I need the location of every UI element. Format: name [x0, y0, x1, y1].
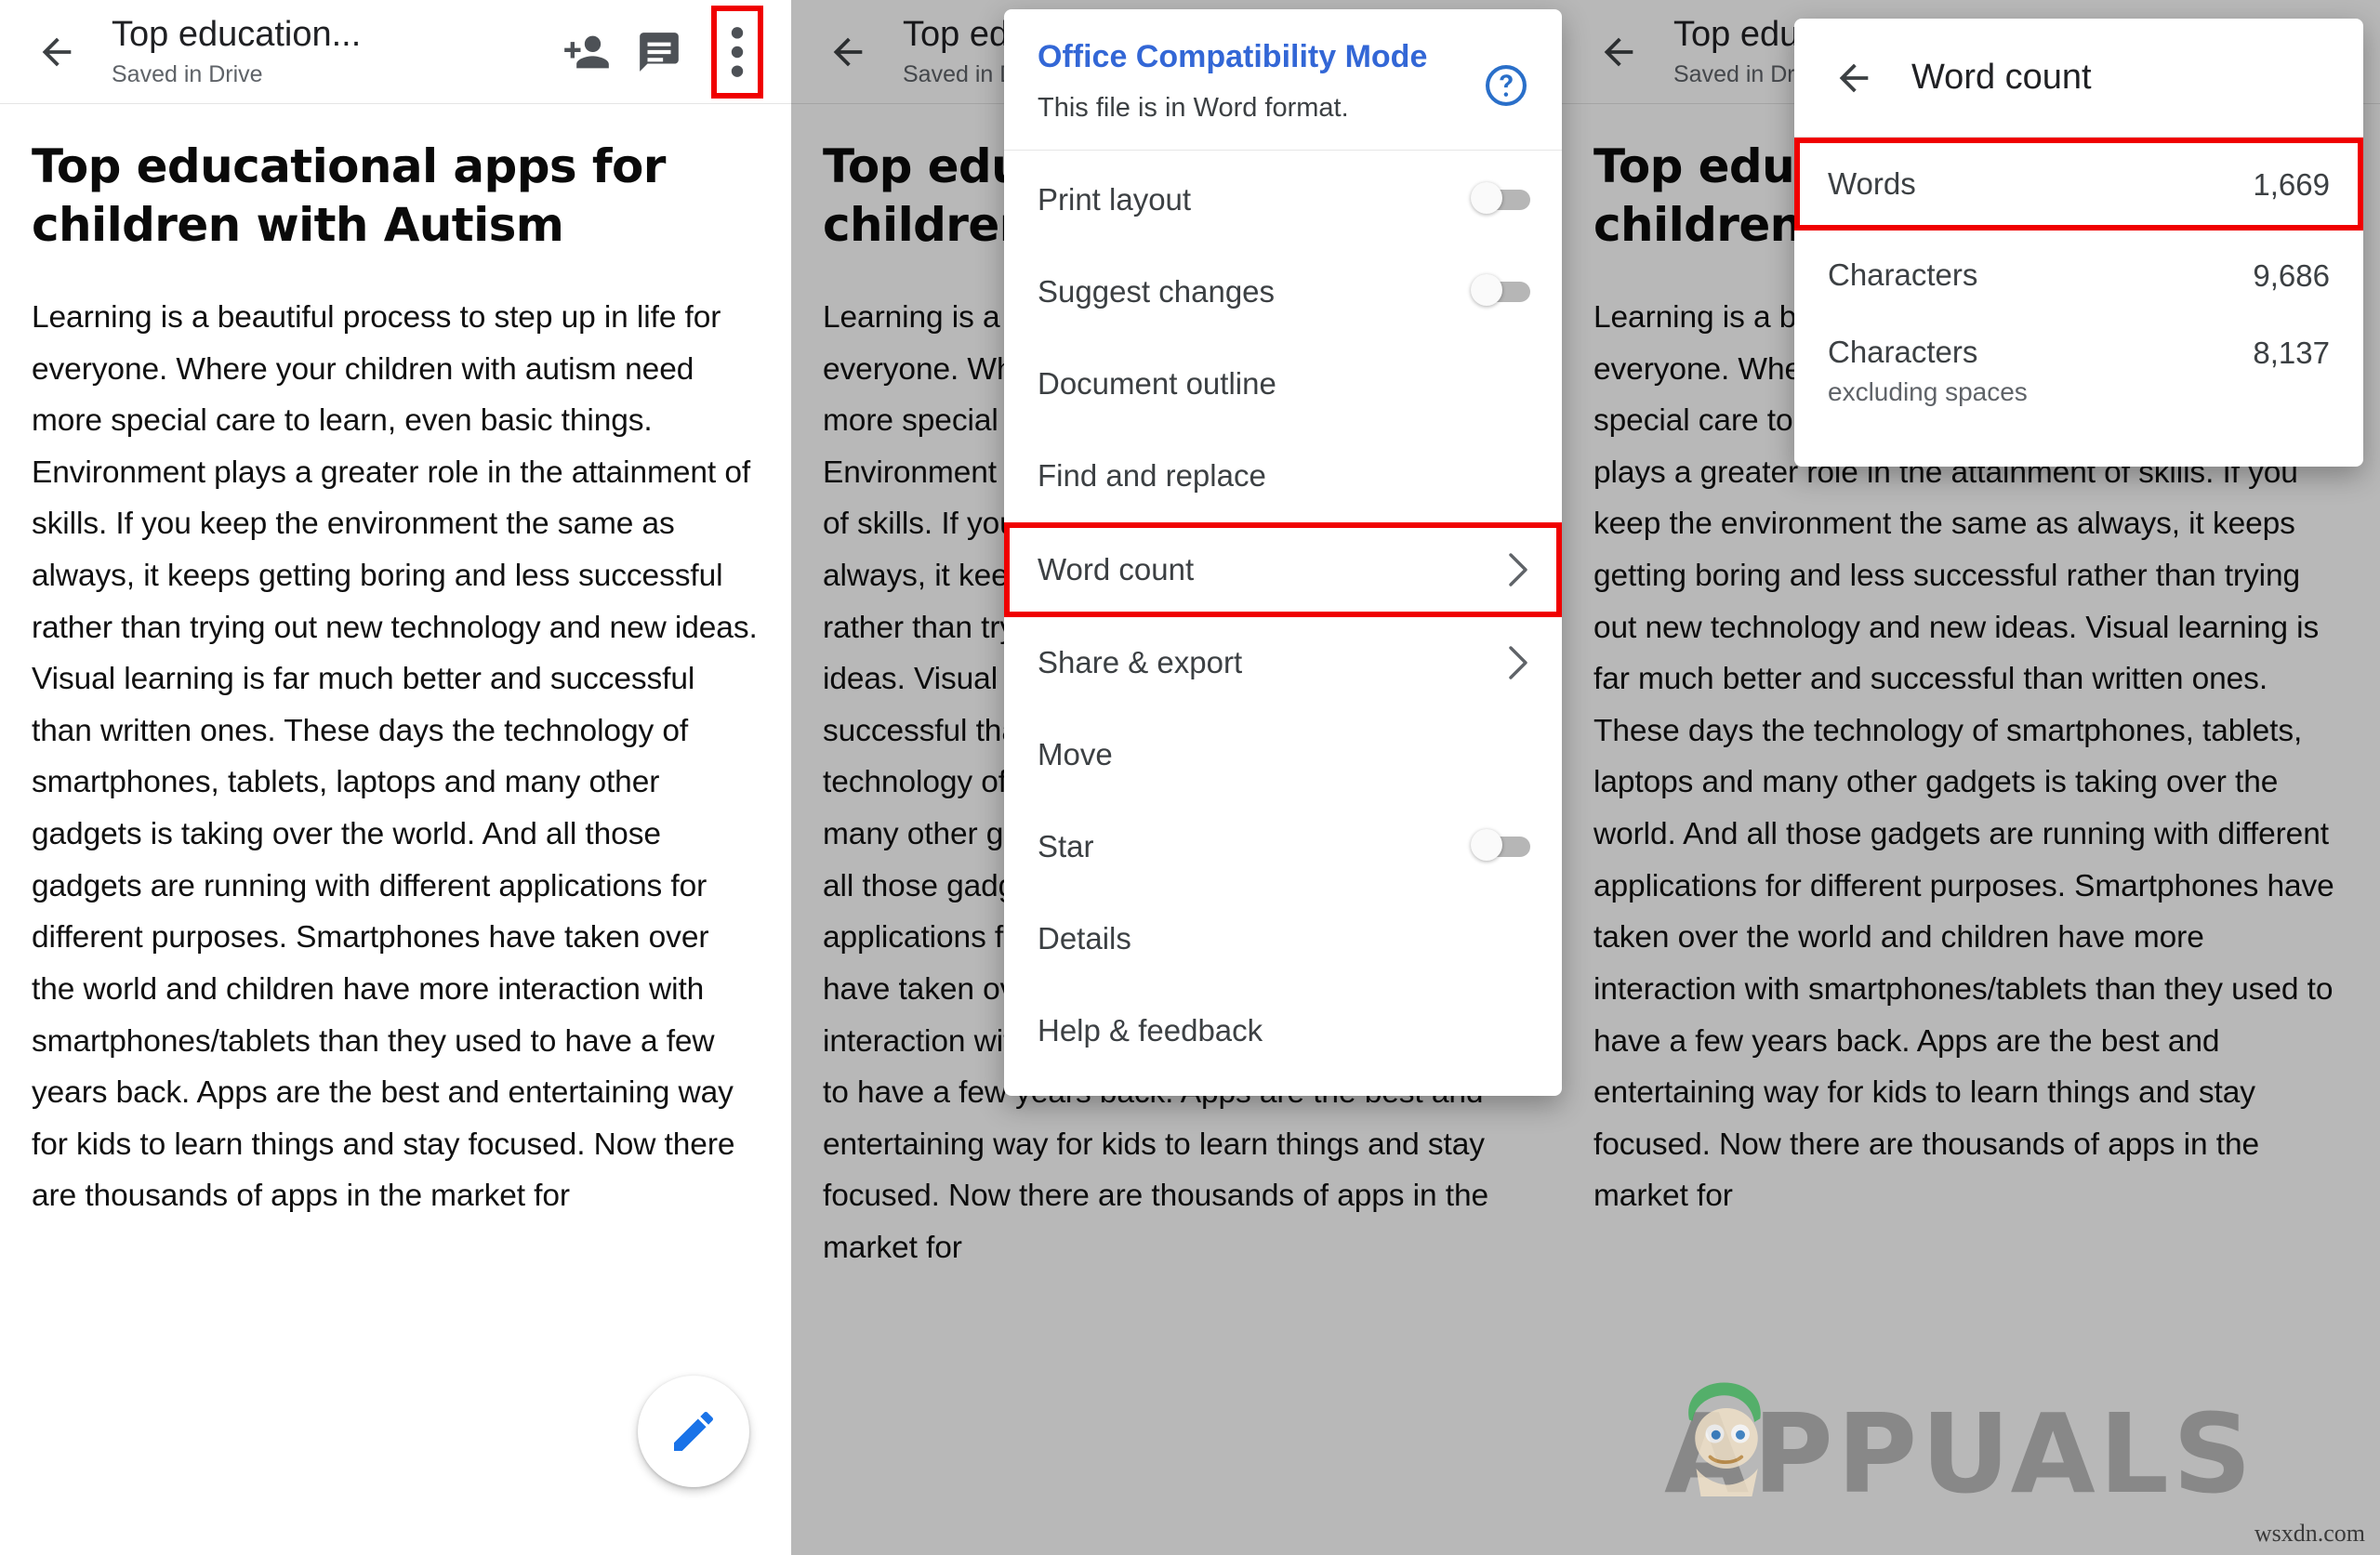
row-value: 9,686 — [2253, 257, 2330, 293]
panel-document-view: Top education... Saved in Drive Top educ… — [0, 0, 791, 1555]
row-value: 8,137 — [2253, 336, 2330, 370]
back-arrow-icon — [1604, 37, 1633, 66]
edit-fab[interactable] — [638, 1376, 749, 1487]
menu-item-label: Help & feedback — [1038, 1013, 1263, 1048]
comment-icon — [640, 32, 679, 72]
row-sublabel: excluding spaces — [1828, 376, 2028, 406]
help-circle-icon — [1486, 65, 1527, 106]
toggle-knob — [1471, 829, 1502, 861]
more-vert-icon — [731, 26, 744, 77]
word-count-row-words: Words 1,669 — [1794, 138, 2363, 231]
document-heading: Top educational apps for children with A… — [32, 139, 666, 252]
word-count-back-button[interactable] — [1828, 52, 1880, 104]
toggle-knob — [1471, 274, 1502, 306]
menu-item-share-and-export[interactable]: Share & export — [1004, 617, 1562, 709]
app-bar-actions — [553, 5, 771, 99]
overflow-menu-button[interactable] — [711, 5, 763, 99]
page-title: Top education... — [112, 15, 362, 55]
menu-item-label: Document outline — [1038, 366, 1276, 401]
row-label-main: Characters — [1828, 335, 1978, 369]
screenshot-stage: Top education... Saved in Drive Top educ… — [0, 0, 2380, 1555]
menu-item-print-layout[interactable]: Print layout — [1004, 154, 1562, 246]
menu-item-label: Suggest changes — [1038, 274, 1276, 309]
back-button-2[interactable] — [813, 18, 882, 86]
chevron-right-icon — [1506, 551, 1530, 588]
site-tag: wsxdn.com — [2254, 1520, 2365, 1547]
banner-subtitle: This file is in Word format. — [1038, 92, 1349, 123]
document-paragraph: Learning is a beautiful process to step … — [32, 300, 758, 1214]
menu-item-word-count[interactable]: Word count — [1004, 521, 1562, 617]
star-toggle[interactable] — [1471, 829, 1530, 861]
banner-text-block: Office Compatibility Mode This file is i… — [1038, 37, 1482, 124]
edit-pencil-icon — [674, 1411, 714, 1451]
menu-item-list: Print layout Suggest changes Document ou… — [1004, 151, 1562, 1096]
menu-item-find-and-replace[interactable]: Find and replace — [1004, 430, 1562, 522]
menu-item-label: Word count — [1038, 551, 1195, 586]
menu-item-label: Details — [1038, 921, 1131, 955]
row-label: Characters — [1828, 257, 1978, 292]
print-layout-toggle[interactable] — [1471, 182, 1530, 214]
menu-item-label: Star — [1038, 829, 1094, 863]
menu-item-help-and-feedback[interactable]: Help & feedback — [1004, 985, 1562, 1077]
row-label: Characters excluding spaces — [1828, 335, 2253, 407]
person-add-icon — [564, 35, 609, 68]
document-content[interactable]: Top educational apps for children with A… — [0, 104, 791, 1222]
row-value: 1,669 — [2253, 166, 2330, 202]
word-count-row-characters: Characters 9,686 — [1794, 231, 2363, 320]
menu-item-details[interactable]: Details — [1004, 893, 1562, 985]
menu-item-label: Share & export — [1038, 645, 1243, 679]
app-bar: Top education... Saved in Drive — [0, 0, 791, 104]
banner-title: Office Compatibility Mode — [1038, 39, 1428, 74]
menu-item-label: Print layout — [1038, 182, 1192, 217]
overflow-menu-sheet: Office Compatibility Mode This file is i… — [1004, 9, 1562, 1096]
menu-item-suggest-changes[interactable]: Suggest changes — [1004, 246, 1562, 338]
office-compatibility-banner: Office Compatibility Mode This file is i… — [1004, 9, 1562, 151]
back-button[interactable] — [22, 18, 91, 86]
word-count-dialog: Word count Words 1,669 Characters 9,686 … — [1794, 19, 2363, 467]
menu-item-document-outline[interactable]: Document outline — [1004, 338, 1562, 430]
menu-item-star[interactable]: Star — [1004, 801, 1562, 893]
menu-item-label: Find and replace — [1038, 458, 1266, 493]
menu-item-label: Move — [1038, 737, 1113, 771]
suggest-changes-toggle[interactable] — [1471, 274, 1530, 306]
word-count-row-characters-excluding-spaces: Characters excluding spaces 8,137 — [1794, 320, 2363, 439]
word-count-title: Word count — [1911, 58, 2092, 97]
back-button-3[interactable] — [1584, 18, 1653, 86]
save-status: Saved in Drive — [112, 60, 263, 87]
toggle-knob — [1471, 182, 1502, 214]
add-person-button[interactable] — [553, 19, 620, 86]
menu-item-move[interactable]: Move — [1004, 709, 1562, 801]
word-count-header: Word count — [1794, 19, 2363, 138]
chevron-right-icon — [1506, 644, 1530, 681]
help-button[interactable] — [1482, 37, 1530, 114]
document-title-block[interactable]: Top education... Saved in Drive — [91, 15, 553, 88]
back-arrow-icon — [42, 37, 72, 66]
back-arrow-icon — [1839, 63, 1869, 92]
back-arrow-icon — [833, 37, 863, 66]
row-label: Words — [1828, 165, 1916, 201]
comment-button[interactable] — [626, 19, 693, 86]
